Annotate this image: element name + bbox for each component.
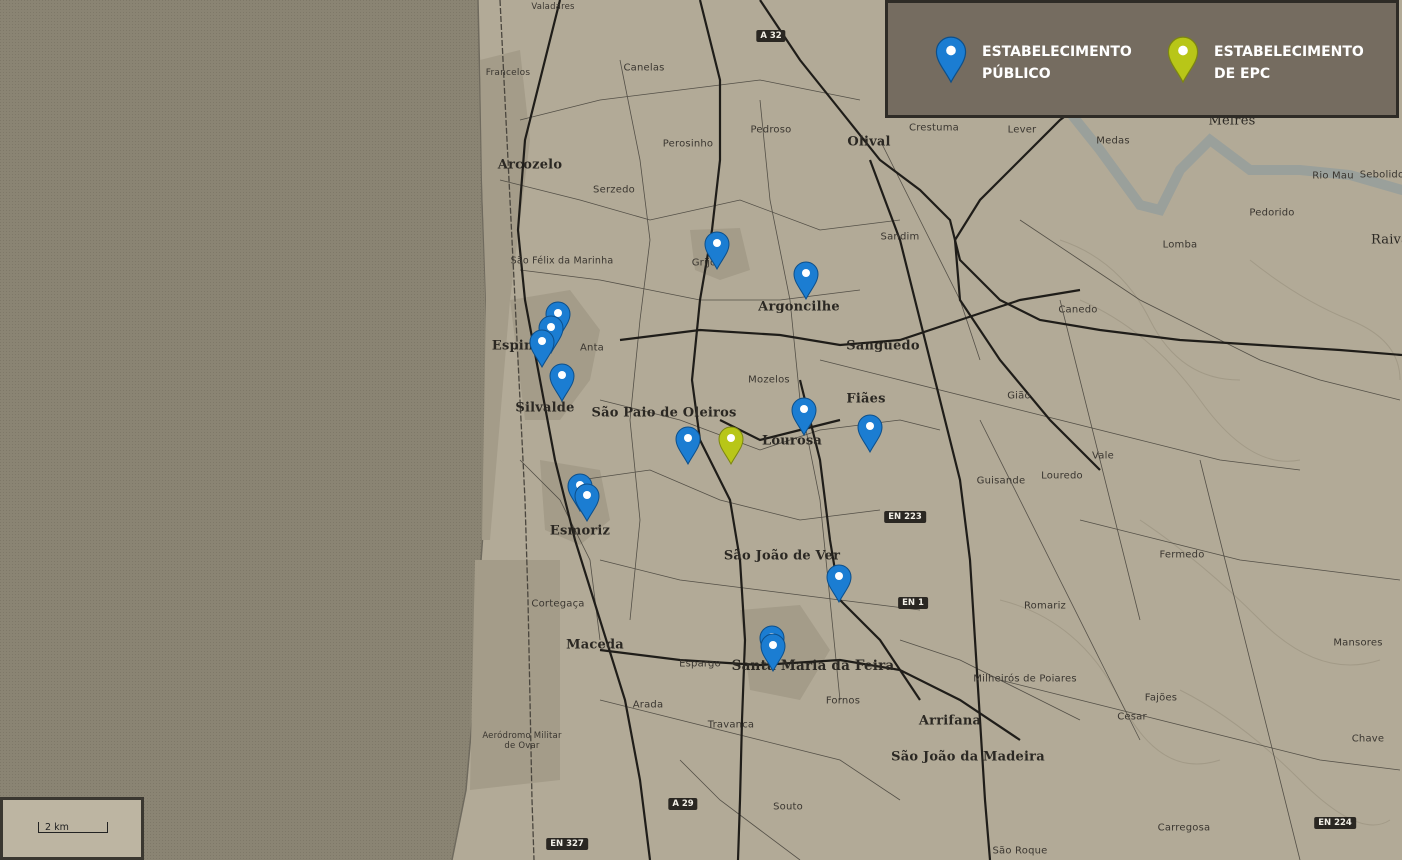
location-pin-icon [935,36,967,84]
place-label: Milheirós de Poiares [973,673,1077,685]
place-label: Raiva [1370,232,1402,248]
place-label: Olival [847,134,891,150]
road-shield-a29: A 29 [668,798,698,810]
place-label: Cortegaça [531,598,585,610]
place-label: Mansores [1333,637,1383,649]
location-pin-icon [1167,36,1199,84]
location-pin-icon [704,231,730,270]
map-view[interactable]: Valadares Francelos Canelas Pedroso Pero… [0,0,1402,860]
place-label: Mozelos [748,374,790,386]
scale-label: 2 km [45,822,69,833]
place-label: Cesar [1117,711,1147,723]
location-pin-icon [826,564,852,603]
place-label: Sanguedo [846,338,920,354]
place-label: Francelos [485,68,531,78]
place-label: Chave [1351,733,1385,745]
map-pin-public[interactable] [856,413,884,453]
place-label: Gião [1007,390,1031,402]
place-label: Aeródromo Militar de Ovar [482,731,562,751]
place-label: Argoncilhe [758,299,840,315]
place-label: Espargo [679,658,721,670]
place-label: Santa Maria da Feira [731,658,895,674]
legend-label: ESTABELECIMENTO PÚBLICO [982,41,1142,85]
map-pin-public[interactable] [703,230,731,270]
location-pin-icon [549,363,575,402]
map-pin-public[interactable] [548,362,576,402]
place-label: Sebolido [1359,169,1402,181]
legend-item-epc: ESTABELECIMENTO DE EPC [1166,33,1374,85]
location-pin-icon [718,426,744,465]
place-label: São João da Madeira [891,749,1045,765]
place-label: Vale [1092,450,1114,462]
place-label: Louredo [1041,470,1083,482]
place-label: São Paio de Oleiros [591,405,737,421]
road-shield-a32: A 32 [756,30,786,42]
place-label: Arada [632,699,664,711]
map-pin-public[interactable] [759,632,787,672]
place-label: Serzedo [593,184,635,196]
place-label: Anta [579,342,605,354]
map-pin-public[interactable] [573,482,601,522]
place-label: São Roque [992,845,1048,857]
place-label: Lomba [1162,239,1198,251]
place-label: Canedo [1058,304,1098,316]
scale-bar: 2 km [0,797,144,860]
place-label: Crestuma [909,122,959,134]
map-pin-public[interactable] [790,396,818,436]
legend-item-public: ESTABELECIMENTO PÚBLICO [934,33,1142,85]
place-label: Travanca [707,719,755,731]
place-label: Sandim [880,231,920,243]
place-label: Valadares [531,2,575,12]
place-label: Rio Mau [1312,170,1354,182]
place-label: São Félix da Marinha [510,255,614,267]
legend-line: ESTABELECIMENTO [982,44,1132,60]
place-label: Arrifana [918,713,982,729]
place-label: Esmoriz [549,523,611,539]
place-label: Pedroso [750,124,792,136]
map-legend: ESTABELECIMENTO PÚBLICO ESTABELECIMENTO … [885,0,1399,118]
legend-line: DE EPC [1214,66,1271,82]
map-pin-epc[interactable] [717,425,745,465]
place-label: Fermedo [1159,549,1205,561]
place-label: Perosinho [662,138,714,150]
place-label: Lever [1007,124,1037,136]
place-label: Medas [1096,135,1130,147]
place-label: Silvalde [515,400,575,416]
place-label: Canelas [623,62,665,74]
place-label: Guisande [976,475,1026,487]
place-label: Romariz [1023,600,1067,612]
place-label: Fiães [846,391,886,407]
place-label: Pedorido [1249,207,1295,219]
location-pin-icon [574,483,600,522]
map-pin-public[interactable] [674,425,702,465]
place-label: Maceda [566,637,624,653]
legend-label: ESTABELECIMENTO DE EPC [1214,41,1374,85]
place-label: Carregosa [1157,822,1211,834]
location-pin-icon [791,397,817,436]
map-pin-public[interactable] [792,260,820,300]
road-shield-en327: EN 327 [546,838,588,850]
sea-area [0,0,488,860]
place-label: São João de Ver [723,548,841,564]
location-pin-icon [857,414,883,453]
road-shield-en1: EN 1 [898,597,928,609]
place-label: Fajões [1144,692,1178,704]
location-pin-icon [675,426,701,465]
place-label: Arcozelo [497,157,563,173]
legend-line: ESTABELECIMENTO [1214,44,1364,60]
location-pin-icon [760,633,786,672]
road-shield-en223: EN 223 [884,511,926,523]
road-shield-en224: EN 224 [1314,817,1356,829]
map-pin-public[interactable] [825,563,853,603]
location-pin-icon [793,261,819,300]
legend-line: PÚBLICO [982,66,1051,82]
place-label: Fornos [825,695,861,707]
place-label: Souto [773,801,803,813]
